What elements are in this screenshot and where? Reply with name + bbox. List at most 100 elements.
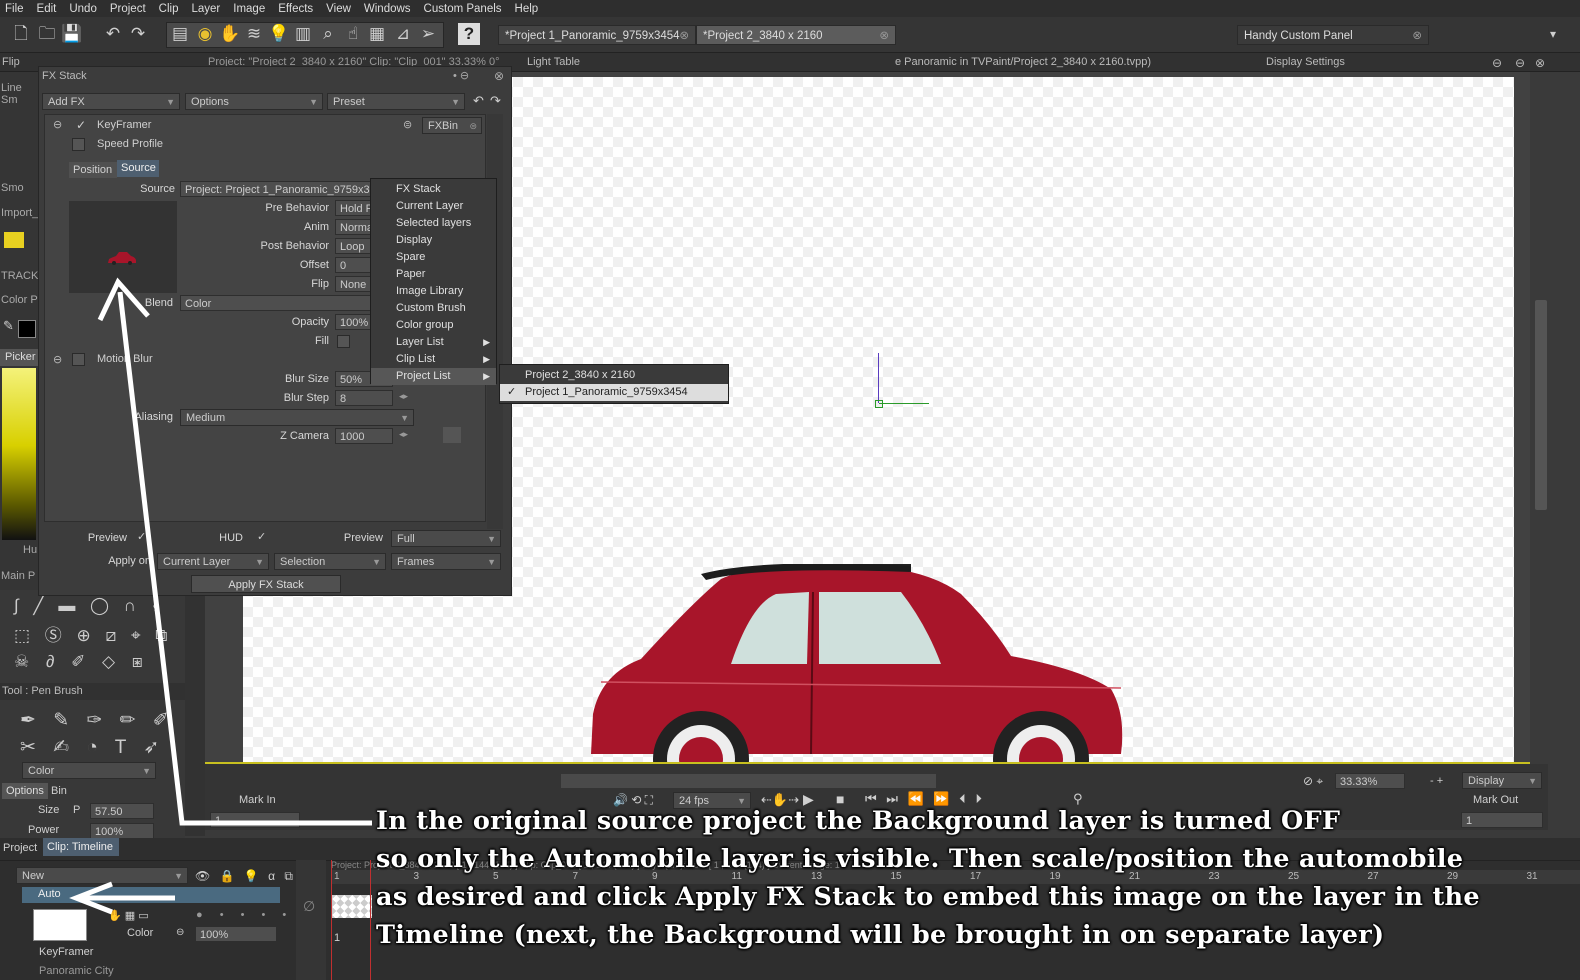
speed-profile-checkbox[interactable] <box>72 138 85 151</box>
remote-icon[interactable]: ▥ <box>292 23 314 45</box>
mark-in-input[interactable]: 1 <box>210 812 300 828</box>
menu-edit[interactable]: Edit <box>32 3 65 15</box>
anim-field[interactable]: Norma <box>335 219 375 235</box>
preview-quality-dropdown[interactable]: Full ▼ <box>391 530 501 547</box>
layer-opacity-input[interactable]: 100% <box>195 926 277 942</box>
stepper-icon[interactable]: ◂▸ <box>399 429 408 440</box>
tab-options[interactable]: Options <box>2 783 48 799</box>
undo-icon[interactable]: ↶ <box>102 23 124 45</box>
z-camera-field[interactable]: 1000 <box>335 428 393 444</box>
menu-view[interactable]: View <box>321 3 359 15</box>
menu-help[interactable]: Help <box>510 3 547 15</box>
pivot-handle[interactable] <box>875 400 883 408</box>
menu-item-paper[interactable]: Paper <box>371 266 496 283</box>
tool-panel-scroll[interactable] <box>185 596 205 836</box>
blend-field[interactable]: Color <box>180 295 376 311</box>
preset-dropdown[interactable]: Preset ▼ <box>327 93 465 110</box>
menu-custom-panels[interactable]: Custom Panels <box>419 3 510 15</box>
frame-1-thumbnail[interactable] <box>332 895 372 918</box>
menu-layer[interactable]: Layer <box>186 3 228 15</box>
collapse-icon[interactable]: ⊖ <box>53 353 62 366</box>
menu-effects[interactable]: Effects <box>273 3 321 15</box>
hand-tool-icon[interactable]: ☝ <box>342 23 364 45</box>
flip-field[interactable]: None <box>335 276 375 292</box>
layer-thumbnail[interactable] <box>33 909 87 941</box>
close-icon[interactable]: ⊗ <box>494 69 504 83</box>
handy-custom-panel[interactable]: Handy Custom Panel ⊗ <box>1237 25 1429 45</box>
tab-position[interactable]: Position <box>69 162 117 178</box>
close-icon[interactable]: ⊗ <box>1412 26 1422 46</box>
send-icon[interactable]: ➢ <box>417 23 439 45</box>
tab-project[interactable]: Project <box>0 840 42 857</box>
layer-header-auto[interactable]: Auto <box>22 887 280 903</box>
new-file-icon[interactable]: 🗋 <box>10 23 32 45</box>
menu-item-spare[interactable]: Spare <box>371 249 496 266</box>
source-field[interactable]: Project: Project 1_Panoramic_9759x3 <box>180 181 376 197</box>
tab-bin[interactable]: Bin <box>48 783 78 799</box>
frames-dropdown[interactable]: Frames ▼ <box>391 553 501 570</box>
menu-item-current-layer[interactable]: Current Layer <box>371 198 496 215</box>
preview-check-icon[interactable]: ✓ <box>137 530 146 543</box>
playhead[interactable] <box>331 860 332 980</box>
redo-icon[interactable]: ↷ <box>490 93 501 109</box>
menu-item-clip-list[interactable]: Clip List ▶ <box>371 351 496 368</box>
menu-windows[interactable]: Windows <box>359 3 419 15</box>
layer-dots[interactable]: ● • • • • <box>196 909 293 921</box>
mark-out-input[interactable]: 1 <box>1461 812 1543 828</box>
menu-item-layer-list[interactable]: Layer List ▶ <box>371 334 496 351</box>
eyedropper-icon[interactable]: ✎ <box>3 318 14 334</box>
zoom-input[interactable]: 33.33% <box>1335 773 1405 789</box>
menu-image[interactable]: Image <box>228 3 273 15</box>
power-input[interactable]: 100% <box>90 823 154 839</box>
color-wheel-icon[interactable]: ◉ <box>194 23 216 45</box>
brush-color-dropdown[interactable]: Color ▼ <box>22 762 156 779</box>
hand-icon[interactable]: ✋ <box>219 23 241 45</box>
selection-dropdown[interactable]: Selection ▼ <box>274 553 386 570</box>
options-dropdown[interactable]: Options ▼ <box>185 93 323 110</box>
apply-fx-stack-button[interactable]: Apply FX Stack <box>191 575 341 593</box>
hud-check-icon[interactable]: ✓ <box>257 530 266 543</box>
motion-blur-checkbox[interactable] <box>72 353 85 366</box>
menu-item-color-group[interactable]: Color group <box>371 317 496 334</box>
stepper-icon[interactable]: ◂▸ <box>399 391 408 402</box>
chevron-down-icon[interactable]: ▾ <box>1542 23 1564 45</box>
import-folder-icon[interactable] <box>4 232 24 248</box>
tab-source[interactable]: Source <box>117 160 159 177</box>
close-icon[interactable]: ⊗ <box>679 26 689 46</box>
menu-undo[interactable]: Undo <box>64 3 105 15</box>
maximize-icon[interactable]: ⊖ <box>1515 56 1525 70</box>
menu-file[interactable]: File <box>0 3 32 15</box>
frame-nav-icons[interactable]: ⏮ ⏭ ⏪ ⏩ ⏴ ⏵ <box>865 791 985 807</box>
graph-icon[interactable]: ⊿ <box>392 23 414 45</box>
wrench-icon[interactable] <box>443 427 461 443</box>
brush-row-1[interactable]: ✒ ✎ ✑ ✏ ✐ <box>20 709 175 732</box>
horizontal-scrollbar[interactable] <box>561 774 936 788</box>
pre-behavior-field[interactable]: Hold F <box>335 200 375 216</box>
blur-step-field[interactable]: 8 <box>335 390 393 406</box>
add-fx-dropdown[interactable]: Add FX ▼ <box>42 93 180 110</box>
library-icon[interactable]: ▦ <box>366 23 388 45</box>
reset-view-icon[interactable]: ⊘ ⌖ <box>1303 774 1323 789</box>
save-icon[interactable]: 💾 <box>61 23 83 45</box>
menu-item-image-library[interactable]: Image Library <box>371 283 496 300</box>
layers-icon[interactable]: ≋ <box>243 23 265 45</box>
stop-icon[interactable]: ■ <box>836 791 844 807</box>
undo-icon[interactable]: ↶ <box>473 93 484 109</box>
menu-item-project-list[interactable]: Project List ▶ <box>371 368 496 385</box>
fill-checkbox[interactable] <box>337 335 350 348</box>
color-picker-gradient[interactable] <box>2 368 36 540</box>
zoom-controls[interactable]: - + <box>1430 775 1443 787</box>
layer-tool-icons[interactable]: ✋ ▦ ▭ <box>108 909 149 922</box>
marker-icon[interactable]: ⚲ <box>1073 791 1083 807</box>
tool-row-3[interactable]: ☠ ∂ ✐ ◇ ⧆ <box>14 652 149 672</box>
open-folder-icon[interactable]: 🗀 <box>36 23 58 45</box>
menu-item-project-1[interactable]: ✓ Project 1_Panoramic_9759x3454 <box>500 384 728 401</box>
fxbin-button[interactable]: FXBin ⊜ <box>422 117 482 134</box>
tab-clip-timeline[interactable]: Clip: Timeline <box>43 838 119 856</box>
redo-icon[interactable]: ↷ <box>127 23 149 45</box>
close-icon[interactable]: ⊗ <box>1535 56 1545 70</box>
menu-item-display[interactable]: Display <box>371 232 496 249</box>
apply-on-dropdown[interactable]: Current Layer ▼ <box>157 553 269 570</box>
brush-row-2[interactable]: ✂ ✍ ◔ T ➶ <box>20 736 165 759</box>
toolbox-icon[interactable]: ▤ <box>169 23 191 45</box>
